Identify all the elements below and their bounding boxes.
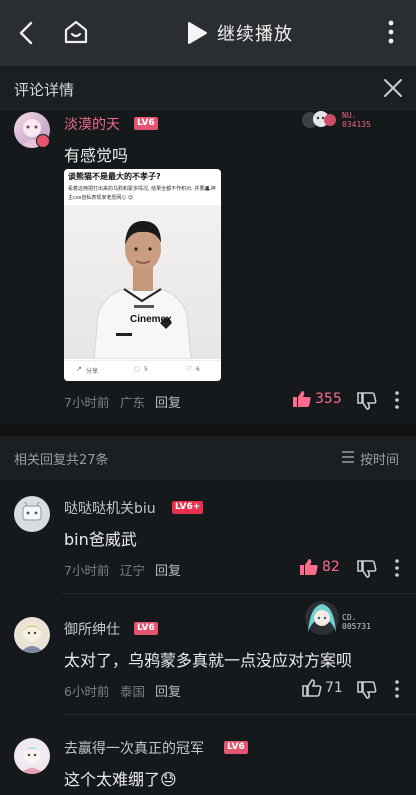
image-like-count: 6: [196, 366, 200, 373]
comment-image[interactable]: 谈熊猫不是最大的不孝子? 看着这两把打出来的乌鸦和蒙多情况, 结果全都不作积对,…: [64, 169, 221, 381]
top-bar: 继续播放: [0, 0, 416, 66]
comment-time: 7小时前: [64, 395, 110, 410]
related-replies-header: 相关回复共27条 按时间: [0, 436, 416, 480]
image-share-label: 分享: [86, 368, 99, 375]
more-menu-icon[interactable]: [384, 18, 398, 46]
comment-location: 广东: [120, 395, 146, 410]
close-icon[interactable]: [383, 78, 403, 98]
image-heading: 谈熊猫不是最大的不孝子?: [68, 172, 161, 181]
back-arrow-icon[interactable]: [14, 20, 40, 46]
medal-number: 034135: [342, 120, 371, 129]
comment-more-icon[interactable]: [393, 558, 401, 578]
medal-name: CD.: [342, 613, 357, 622]
play-icon[interactable]: [186, 21, 208, 45]
reply-count-label: 相关回复共27条: [14, 453, 109, 468]
reply-time: 7小时前: [64, 563, 110, 578]
reply-location: 泰国: [120, 684, 146, 699]
image-action-bar: ↗ 分享 ◌ 5 ♡ 6: [64, 360, 221, 381]
player-photo: Cinemex: [64, 205, 221, 360]
fan-medal: NU. 034135: [342, 111, 371, 129]
jersey-sponsor-text: Cinemex: [130, 314, 172, 325]
comment-username[interactable]: 淡漠的天: [64, 114, 120, 134]
comment-bubble-icon: ◌: [134, 365, 141, 373]
comment-detail-header: 评论详情: [0, 66, 416, 110]
reply-divider: [62, 714, 416, 715]
reply-username[interactable]: 去赢得一次真正的冠军: [64, 738, 204, 758]
reply-time: 6小时前: [64, 684, 110, 699]
reply-text: bin爸威武: [64, 530, 137, 549]
reply-button[interactable]: 回复: [155, 681, 181, 700]
detail-title: 评论详情: [14, 81, 75, 99]
section-divider: [0, 424, 416, 436]
thumb-up-filled-icon[interactable]: [292, 390, 312, 408]
image-comment-count: 5: [144, 366, 148, 373]
comment-more-icon[interactable]: [393, 390, 401, 410]
sort-by-time-button[interactable]: 按时间: [360, 449, 399, 468]
reply-text: 太对了，乌鸦蒙多真就一点没应对方案呗: [64, 651, 353, 670]
avatar-badge-icon: [36, 134, 50, 148]
comment-text: 有感觉吗: [64, 146, 129, 165]
home-icon[interactable]: [62, 18, 90, 46]
reply-location: 辽宁: [120, 563, 146, 578]
thumb-up-icon[interactable]: [302, 679, 322, 697]
reply-username[interactable]: 哒哒哒机关biu: [64, 498, 156, 518]
thumb-up-small-icon: ♡: [186, 365, 193, 373]
image-body: 看着这两把打出来的乌鸦和蒙多情况, 结果全都不作积对, 并要🎩神主cos自私表现…: [68, 186, 216, 201]
medal-number: 005731: [342, 622, 371, 631]
avatar[interactable]: [14, 738, 50, 774]
continue-playing-label[interactable]: 继续播放: [217, 20, 293, 46]
thumb-up-filled-icon[interactable]: [299, 558, 319, 576]
fan-medal-avatar-icon: [300, 108, 336, 130]
level-badge: LV6: [224, 741, 248, 754]
reply-username[interactable]: 御所绅仕: [64, 619, 120, 639]
reply-button[interactable]: 回复: [155, 392, 181, 411]
thumb-down-icon[interactable]: [357, 392, 377, 410]
comment-more-icon[interactable]: [393, 679, 401, 699]
avatar[interactable]: [14, 496, 50, 532]
avatar[interactable]: [14, 617, 50, 653]
reply-button[interactable]: 回复: [155, 560, 181, 579]
level-badge: LV6: [134, 117, 158, 130]
thumb-down-icon[interactable]: [357, 681, 377, 699]
thumb-down-icon[interactable]: [357, 560, 377, 578]
like-count: 82: [322, 559, 340, 575]
fan-medal-avatar-icon: [302, 598, 342, 638]
level-badge: LV6+: [172, 501, 204, 514]
share-icon: ↗: [76, 365, 82, 373]
level-badge: LV6: [134, 622, 158, 635]
sort-icon[interactable]: [341, 451, 355, 463]
fan-medal: CD. 005731: [342, 613, 371, 631]
like-count: 71: [325, 680, 343, 696]
reply-divider: [62, 593, 416, 594]
like-count: 355: [315, 391, 342, 407]
reply-text: 这个太难绷了😓: [64, 770, 177, 789]
medal-name: NU.: [342, 111, 357, 120]
